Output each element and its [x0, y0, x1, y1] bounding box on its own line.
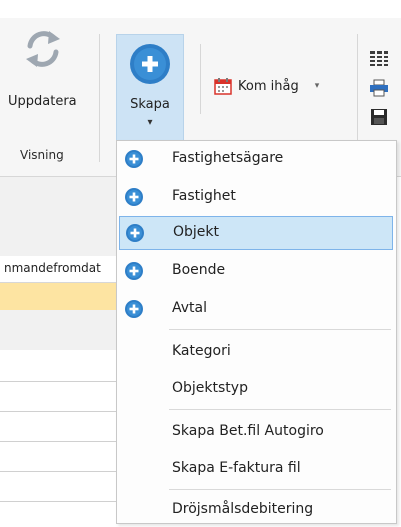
ribbon-top-strip — [0, 0, 401, 18]
update-button[interactable]: Uppdatera — [0, 22, 98, 132]
grid-filler — [0, 310, 116, 350]
menu-item-avtal[interactable]: Avtal — [118, 292, 395, 326]
menu-item-drojsmalsdebitering[interactable]: Dröjsmålsdebitering — [118, 493, 395, 527]
calendar-icon — [214, 78, 232, 95]
column-header[interactable]: nmandefromdat — [4, 261, 101, 275]
plus-circle-icon — [126, 224, 144, 242]
kom-ihag-label: Kom ihåg — [238, 78, 299, 94]
menu-separator — [169, 409, 391, 410]
ribbon-separator — [99, 34, 100, 162]
plus-circle-icon — [125, 262, 143, 280]
table-row[interactable] — [0, 411, 116, 412]
skapa-label: Skapa — [130, 97, 170, 112]
menu-item-skapa-efaktura-fil[interactable]: Skapa E-faktura fil — [118, 452, 395, 486]
table-row[interactable] — [0, 441, 116, 442]
columns-icon[interactable] — [369, 50, 389, 68]
plus-circle-icon — [125, 188, 143, 206]
plus-circle-icon — [125, 150, 143, 168]
table-row-selected[interactable] — [0, 283, 116, 310]
table-row[interactable] — [0, 501, 116, 502]
menu-item-label: Avtal — [172, 300, 207, 316]
menu-separator — [169, 489, 391, 490]
table-row[interactable] — [0, 471, 116, 472]
skapa-button[interactable]: Skapa ▾ — [116, 34, 184, 142]
menu-item-skapa-betfil-autogiro[interactable]: Skapa Bet.fil Autogiro — [118, 415, 395, 449]
menu-item-label: Skapa E-faktura fil — [172, 460, 301, 476]
menu-item-fastighet[interactable]: Fastighet — [118, 180, 395, 214]
menu-item-label: Boende — [172, 262, 226, 278]
menu-item-objektstyp[interactable]: Objektstyp — [118, 372, 395, 406]
menu-item-fastighetsagare[interactable]: Fastighetsägare — [118, 142, 395, 176]
grid-header: nmandefromdat — [0, 256, 116, 283]
right-toolbar — [369, 50, 393, 137]
menu-separator — [169, 329, 391, 330]
menu-item-label: Skapa Bet.fil Autogiro — [172, 423, 324, 439]
plus-circle-icon — [130, 44, 170, 84]
menu-item-boende[interactable]: Boende — [118, 254, 395, 288]
menu-item-label: Kategori — [172, 343, 231, 359]
menu-item-label: Objekt — [173, 224, 220, 240]
print-icon[interactable] — [369, 79, 389, 97]
chevron-down-icon: ▾ — [314, 81, 320, 91]
skapa-dropdown-menu: Fastighetsägare Fastighet Objekt Boende … — [116, 140, 397, 524]
refresh-icon — [26, 31, 60, 67]
save-icon[interactable] — [369, 108, 389, 126]
menu-item-label: Dröjsmålsdebitering — [172, 501, 314, 517]
group-label-visning: Visning — [20, 148, 64, 162]
plus-circle-icon — [125, 300, 143, 318]
menu-item-label: Fastighet — [172, 188, 236, 204]
grid-toolbar-area — [0, 177, 116, 256]
menu-item-label: Objektstyp — [172, 380, 248, 396]
menu-item-objekt[interactable]: Objekt — [119, 216, 393, 250]
ribbon-separator — [200, 44, 201, 114]
menu-item-kategori[interactable]: Kategori — [118, 335, 395, 369]
chevron-down-icon: ▾ — [147, 117, 153, 128]
table-row[interactable] — [0, 381, 116, 382]
menu-item-label: Fastighetsägare — [172, 150, 284, 166]
update-label: Uppdatera — [8, 94, 77, 109]
kom-ihag-button[interactable]: Kom ihåg ▾ — [214, 74, 319, 98]
